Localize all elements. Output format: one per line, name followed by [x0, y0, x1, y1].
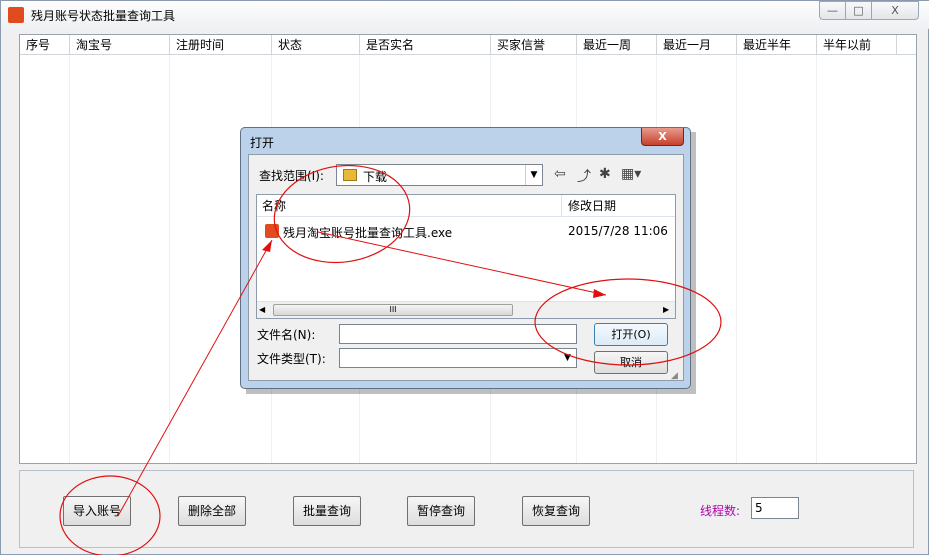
column-header-register-time[interactable]: 注册时间 [170, 35, 272, 55]
column-header-real-name[interactable]: 是否实名 [360, 35, 491, 55]
file-type-label: 文件类型(T): [257, 352, 326, 366]
column-header-buyer-credit[interactable]: 买家信誉 [491, 35, 577, 55]
delete-all-button[interactable]: 删除全部 [178, 496, 246, 526]
file-item-date: 2015/7/28 11:06 [568, 224, 668, 238]
exe-search-icon [265, 224, 279, 238]
scroll-thumb[interactable]: III [273, 304, 513, 316]
look-in-label: 查找范围(I): [259, 169, 324, 183]
scroll-right-icon[interactable]: ▶ [663, 305, 669, 314]
cancel-button[interactable]: 取消 [594, 351, 668, 374]
dialog-title: 打开 [250, 136, 275, 150]
minimize-button[interactable]: — [819, 1, 846, 20]
column-header-name[interactable]: 名称 [257, 195, 562, 217]
dialog-body: 查找范围(I): 下载 ▼ ⇦ ⤴ ✱ ▦▾ 名称 修改日期 残月淘宝账号批量查… [248, 154, 684, 381]
thread-count-label: 线程数: [700, 504, 741, 518]
new-folder-icon[interactable]: ✱ [599, 166, 611, 182]
column-header-last-week[interactable]: 最近一周 [577, 35, 657, 55]
window-title: 残月账号状态批量查询工具 [31, 9, 176, 23]
chevron-down-icon[interactable]: ▼ [559, 349, 576, 367]
open-file-dialog: 打开 X 查找范围(I): 下载 ▼ ⇦ ⤴ ✱ ▦▾ 名称 修改日期 残月淘宝… [240, 127, 691, 389]
column-header-modified-date[interactable]: 修改日期 [562, 195, 675, 217]
resize-grip-icon[interactable]: ◢ [671, 371, 678, 381]
file-name-label: 文件名(N): [257, 328, 316, 342]
batch-query-button[interactable]: 批量查询 [293, 496, 361, 526]
scroll-left-icon[interactable]: ◀ [259, 305, 265, 314]
list-header: 序号 淘宝号 注册时间 状态 是否实名 买家信誉 最近一周 最近一月 最近半年 … [20, 35, 916, 55]
app-search-icon [8, 7, 24, 23]
column-divider [736, 55, 737, 463]
look-in-value: 下载 [363, 170, 388, 184]
up-folder-icon[interactable]: ⤴ [577, 166, 591, 186]
folder-icon [343, 169, 357, 181]
file-name-input[interactable] [339, 324, 577, 344]
open-button[interactable]: 打开(O) [594, 323, 668, 346]
column-header-status[interactable]: 状态 [272, 35, 360, 55]
back-arrow-icon[interactable]: ⇦ [554, 166, 566, 182]
column-header-taobao-id[interactable]: 淘宝号 [70, 35, 170, 55]
resume-query-button[interactable]: 恢复查询 [522, 496, 590, 526]
horizontal-scrollbar[interactable]: ◀ III ▶ [257, 301, 675, 318]
maximize-button[interactable]: □ [845, 1, 872, 20]
pause-query-button[interactable]: 暂停查询 [407, 496, 475, 526]
dialog-close-button[interactable]: X [641, 128, 684, 146]
view-menu-icon[interactable]: ▦▾ [621, 166, 641, 182]
column-divider [69, 55, 70, 463]
column-header-last-month[interactable]: 最近一月 [657, 35, 737, 55]
column-divider [169, 55, 170, 463]
column-divider [816, 55, 817, 463]
window-close-button[interactable]: X [871, 1, 919, 20]
thread-count-input[interactable]: 5 [751, 497, 799, 519]
column-header-index[interactable]: 序号 [20, 35, 70, 55]
chevron-down-icon[interactable]: ▼ [525, 165, 542, 185]
file-item-name[interactable]: 残月淘宝账号批量查询工具.exe [283, 224, 452, 241]
import-accounts-button[interactable]: 导入账号 [63, 496, 131, 526]
file-type-dropdown[interactable]: ▼ [339, 348, 577, 368]
file-list[interactable]: 名称 修改日期 残月淘宝账号批量查询工具.exe 2015/7/28 11:06… [256, 194, 676, 319]
column-header-last-half-year[interactable]: 最近半年 [737, 35, 817, 55]
look-in-dropdown[interactable]: 下载 ▼ [336, 164, 543, 186]
file-list-header: 名称 修改日期 [257, 195, 675, 217]
column-header-over-half-year[interactable]: 半年以前 [817, 35, 897, 55]
title-bar[interactable]: 残月账号状态批量查询工具 — □ X [1, 1, 929, 29]
